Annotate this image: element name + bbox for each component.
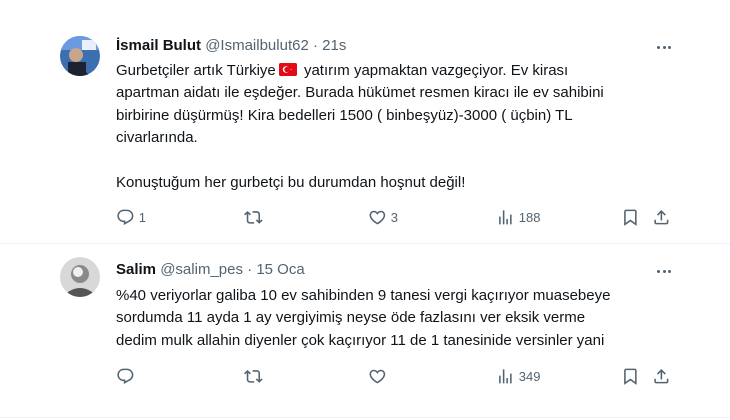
user-handle[interactable]: @salim_pes (160, 261, 243, 278)
tweet[interactable]: İsmail Bulut @Ismailbulut62 · 21s Gurbet… (0, 0, 730, 244)
heart-icon (369, 369, 386, 384)
tweet-text: %40 veriyorlar galiba 10 ev sahibinden 9… (116, 287, 611, 349)
share-button[interactable] (652, 207, 671, 227)
avatar[interactable] (60, 257, 100, 297)
retweet-icon (244, 369, 263, 383)
analytics-icon (499, 368, 512, 384)
tweet-actions: 349 (116, 366, 676, 386)
tweet-header: İsmail Bulut @Ismailbulut62 · 21s (116, 36, 346, 56)
display-name[interactable]: Salim (116, 261, 156, 278)
reply-button[interactable] (116, 366, 139, 386)
bookmark-button[interactable] (621, 207, 640, 227)
views-button[interactable]: 188 (496, 207, 540, 227)
separator-dot: · (247, 261, 253, 278)
reply-count: 1 (138, 209, 146, 225)
tweet-divider (0, 417, 730, 418)
separator-dot: · (312, 37, 318, 54)
retweet-button[interactable] (244, 207, 267, 227)
bookmark-button[interactable] (621, 366, 640, 386)
reply-icon (117, 368, 134, 384)
heart-icon (369, 210, 386, 225)
timestamp[interactable]: 15 Oca (256, 261, 304, 278)
turkey-flag-icon (278, 63, 297, 76)
bookmark-icon (624, 209, 637, 226)
share-icon (654, 368, 669, 384)
user-handle[interactable]: @Ismailbulut62 (205, 37, 309, 54)
more-options-icon[interactable] (654, 261, 674, 281)
avatar[interactable] (60, 36, 100, 76)
tweet[interactable]: Salim @salim_pes · 15 Oca %40 veriyorlar… (0, 244, 730, 420)
reply-button[interactable]: 1 (116, 207, 146, 227)
tweet-header: Salim @salim_pes · 15 Oca (116, 260, 305, 280)
retweet-button[interactable] (244, 366, 267, 386)
views-count: 349 (518, 368, 541, 384)
retweet-icon (244, 210, 263, 224)
analytics-icon (499, 209, 512, 225)
tweet-text-part2: yatırım yapmaktan vazgeçiyor. Ev kirası … (116, 62, 604, 192)
like-button[interactable] (368, 366, 391, 386)
tweet-actions: 1 3 188 (116, 207, 676, 227)
bookmark-icon (624, 368, 637, 385)
like-button[interactable]: 3 (368, 207, 398, 227)
tweet-text: Gurbetçiler artık Türkiye yatırım yapmak… (116, 60, 676, 194)
more-options-icon[interactable] (654, 37, 674, 57)
like-count: 3 (390, 209, 398, 225)
display-name[interactable]: İsmail Bulut (116, 37, 201, 54)
views-count: 188 (518, 209, 541, 225)
share-icon (654, 209, 669, 225)
timestamp[interactable]: 21s (322, 37, 346, 54)
reply-icon (117, 209, 134, 225)
tweet-text-part1: Gurbetçiler artık Türkiye (116, 62, 276, 79)
views-button[interactable]: 349 (496, 366, 540, 386)
share-button[interactable] (652, 366, 671, 386)
